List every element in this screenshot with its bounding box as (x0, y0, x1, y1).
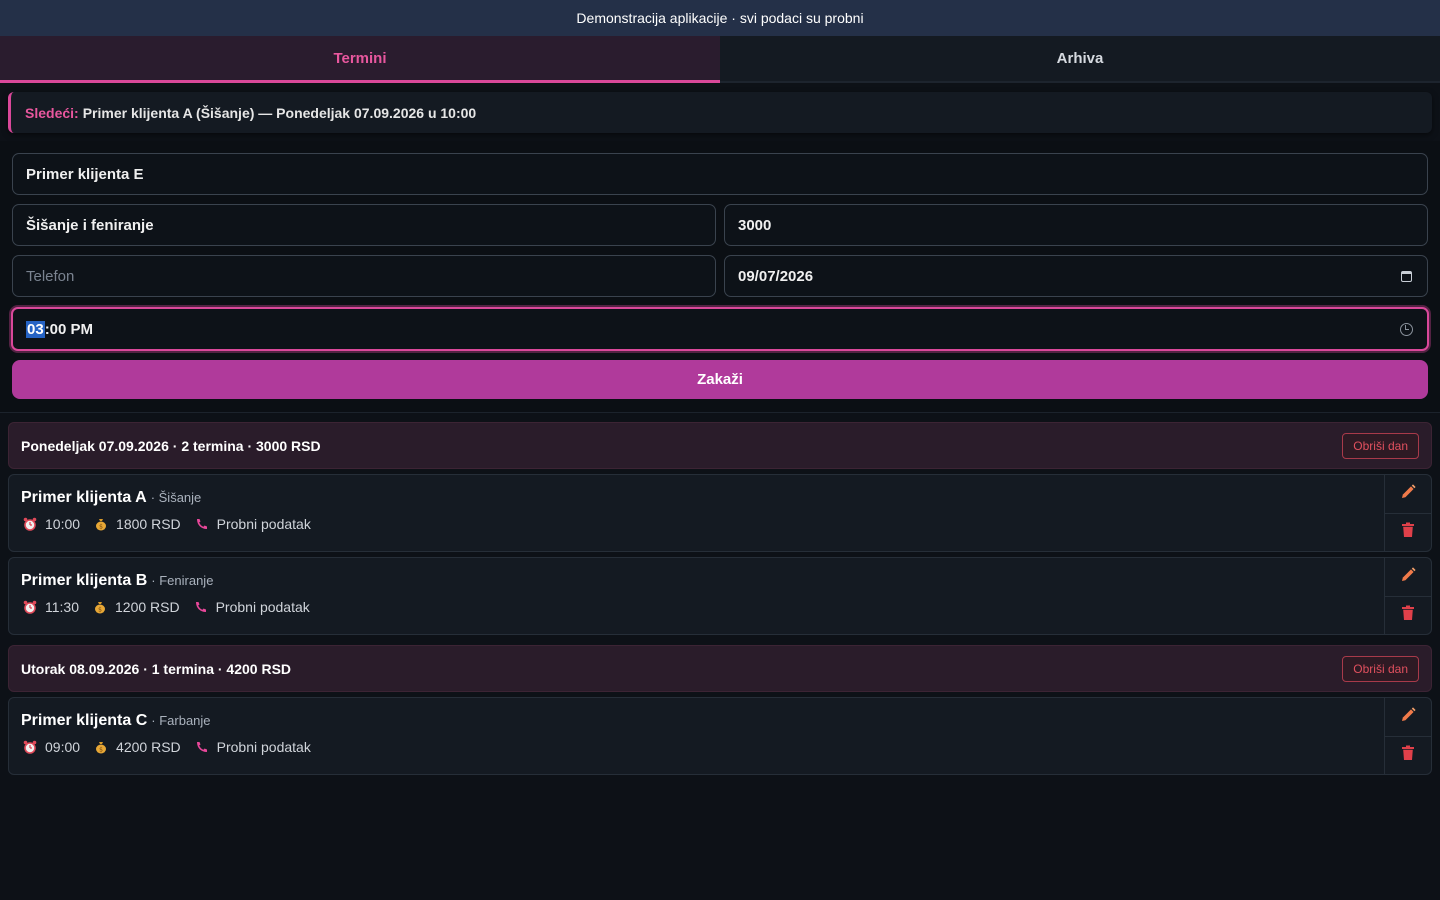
appointment-form: Primer klijenta E Šišanje i feniranje 30… (0, 141, 1440, 413)
service-value: Šišanje i feniranje (26, 216, 154, 234)
appointment-title: Primer klijenta B · Feniranje (21, 572, 213, 590)
appointment-actions (1384, 475, 1431, 551)
trash-icon (1401, 745, 1415, 766)
next-text: Primer klijenta A (Šišanje) — Ponedeljak… (82, 104, 477, 121)
appointment-title: Primer klijenta C · Farbanje (21, 712, 211, 730)
svg-text:$: $ (99, 524, 103, 531)
appointment-phone: Probni podatak (215, 599, 310, 615)
pencil-icon (1399, 566, 1417, 589)
appointment-title: Primer klijenta A · Šišanje (21, 489, 201, 507)
date-value: 09/07/2026 (738, 267, 814, 285)
service-name: · Farbanje (151, 713, 211, 728)
appointment-time: 11:30 (45, 599, 79, 615)
appointment-meta: 10:00 $ 1800 RSD Probni podatak (23, 516, 325, 532)
alarm-clock-icon (23, 740, 37, 754)
client-name: Primer klijenta B (21, 572, 148, 589)
calendar-icon[interactable] (1399, 269, 1413, 283)
trash-icon (1401, 605, 1415, 626)
appointment-price: 4200 RSD (116, 739, 181, 755)
time-input[interactable]: 03 :00 PM (11, 307, 1429, 351)
schedule-button[interactable]: Zakaži (12, 360, 1428, 399)
delete-button[interactable] (1385, 736, 1431, 774)
schedule-button-label: Zakaži (697, 371, 743, 388)
appointment-card: Primer klijenta A · Šišanje 10:00 $ 1800 … (8, 474, 1432, 552)
edit-button[interactable] (1385, 698, 1431, 736)
appointment-card: Primer klijenta C · Farbanje 09:00 $ 4200… (8, 697, 1432, 775)
tab-termini[interactable]: Termini (0, 36, 720, 83)
client-name: Primer klijenta C (21, 712, 148, 729)
phone-placeholder: Telefon (26, 267, 75, 285)
svg-text:$: $ (98, 607, 102, 614)
day-header: Ponedeljak 07.09.2026 · 2 termina · 3000… (8, 422, 1432, 469)
day-header-text: Utorak 08.09.2026 · 1 termina · 4200 RSD (21, 660, 292, 677)
day-header: Utorak 08.09.2026 · 1 termina · 4200 RSD… (8, 645, 1432, 692)
tab-bar: Termini Arhiva (0, 36, 1440, 83)
phone-icon (195, 517, 209, 531)
tab-arhiva-label: Arhiva (1056, 50, 1104, 67)
svg-text:$: $ (99, 747, 103, 754)
client-name: Primer klijenta A (21, 489, 147, 506)
demo-banner-text: Demonstracija aplikacije · svi podaci su… (576, 10, 864, 26)
appointment-price: 1800 RSD (116, 516, 181, 532)
date-input[interactable]: 09/07/2026 (724, 255, 1428, 297)
edit-button[interactable] (1385, 475, 1431, 513)
alarm-clock-icon (23, 600, 37, 614)
time-hour-segment[interactable]: 03 (26, 320, 45, 338)
appointment-time: 10:00 (45, 516, 81, 532)
phone-icon (195, 740, 209, 754)
tab-arhiva[interactable]: Arhiva (720, 36, 1440, 83)
time-rest-segment: :00 PM (44, 320, 94, 338)
next-label: Sledeći: (25, 104, 79, 121)
appointment-phone: Probni podatak (216, 516, 311, 532)
demo-banner: Demonstracija aplikacije · svi podaci su… (0, 0, 1440, 36)
edit-button[interactable] (1385, 558, 1431, 596)
clock-icon[interactable] (1399, 322, 1413, 336)
appointment-price: 1200 RSD (115, 599, 180, 615)
phone-input[interactable]: Telefon (12, 255, 716, 297)
appointment-meta: 09:00 $ 4200 RSD Probni podatak (23, 739, 325, 755)
appointment-card: Primer klijenta B · Feniranje 11:30 $ 120… (8, 557, 1432, 635)
pencil-icon (1399, 706, 1417, 729)
appointment-time: 09:00 (45, 739, 81, 755)
appointment-phone: Probni podatak (216, 739, 311, 755)
phone-icon (194, 600, 208, 614)
delete-button[interactable] (1385, 513, 1431, 551)
alarm-clock-icon (23, 517, 37, 531)
service-name: · Feniranje (151, 573, 214, 588)
pencil-icon (1399, 483, 1417, 506)
delete-day-button[interactable]: Obriši dan (1342, 655, 1419, 682)
delete-day-button[interactable]: Obriši dan (1342, 432, 1419, 459)
service-input[interactable]: Šišanje i feniranje (12, 204, 716, 246)
trash-icon (1401, 522, 1415, 543)
appointment-actions (1384, 558, 1431, 634)
delete-button[interactable] (1385, 596, 1431, 634)
day-header-text: Ponedeljak 07.09.2026 · 2 termina · 3000… (21, 437, 321, 454)
tab-termini-label: Termini (333, 49, 387, 67)
next-appointment-banner: Sledeći: Primer klijenta A (Šišanje) — P… (8, 92, 1432, 133)
price-value: 3000 (738, 216, 772, 234)
money-bag-icon: $ (94, 740, 108, 754)
client-name-input[interactable]: Primer klijenta E (12, 153, 1428, 195)
money-bag-icon: $ (93, 600, 107, 614)
appointment-meta: 11:30 $ 1200 RSD Probni podatak (23, 599, 324, 615)
client-name-value: Primer klijenta E (26, 165, 144, 183)
price-input[interactable]: 3000 (724, 204, 1428, 246)
appointment-actions (1384, 698, 1431, 774)
service-name: · Šišanje (150, 490, 202, 505)
money-bag-icon: $ (94, 517, 108, 531)
